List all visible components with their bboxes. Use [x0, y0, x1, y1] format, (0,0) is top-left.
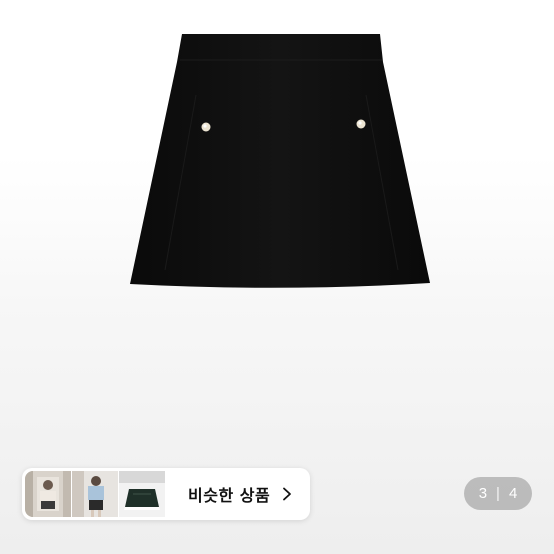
similar-thumb-1[interactable] — [25, 471, 71, 517]
skirt-body — [130, 34, 430, 288]
page-current: 3 — [478, 485, 488, 502]
page-separator: | — [496, 485, 500, 502]
page-total: 4 — [508, 485, 518, 502]
similar-thumb-3[interactable] — [119, 471, 165, 517]
similar-thumb-2[interactable] — [72, 471, 118, 517]
similar-products-button[interactable]: 비슷한 상품 — [22, 468, 310, 520]
chevron-right-icon — [282, 486, 294, 502]
page-counter: 3 | 4 — [464, 477, 532, 510]
similar-products-label: 비슷한 상품 — [188, 486, 271, 505]
